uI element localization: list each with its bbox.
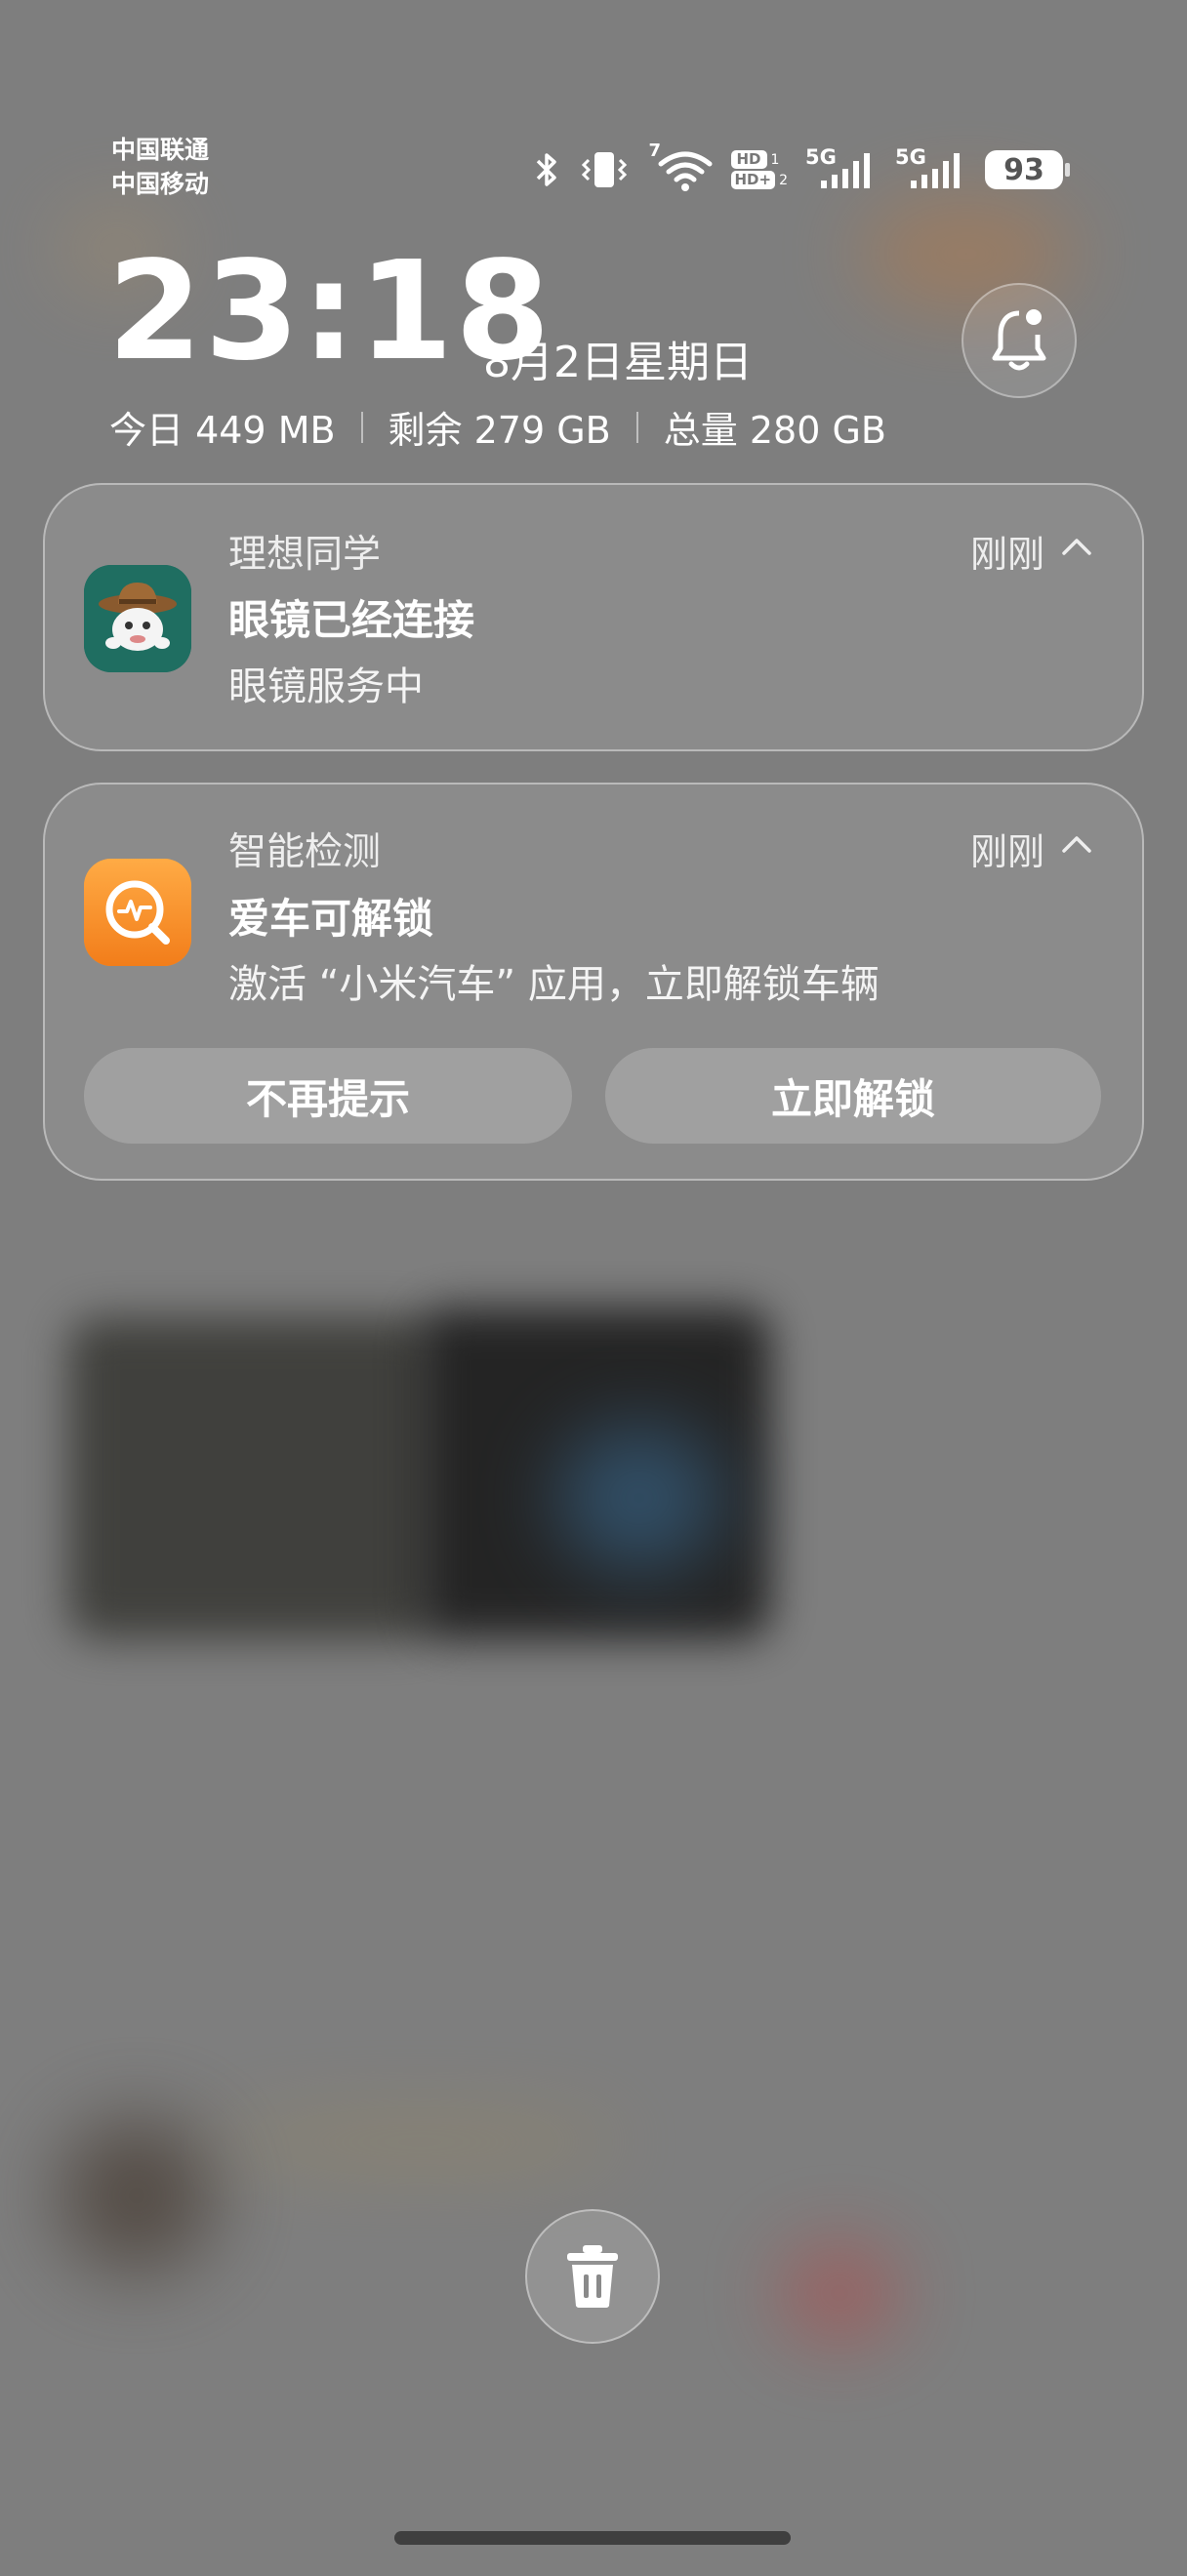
hd-badge-2: HD+ [730, 171, 776, 189]
sim-index-1: 1 [770, 151, 780, 168]
wifi-icon-wrap: 7 [649, 141, 714, 193]
hd-badge-1: HD [730, 150, 767, 169]
unlock-now-button[interactable]: 立即解锁 [605, 1048, 1101, 1144]
notification-time: 刚刚 [969, 533, 1044, 576]
notification-time: 刚刚 [969, 830, 1044, 873]
battery-level: 93 [985, 150, 1063, 189]
notification-settings-button[interactable] [962, 283, 1077, 398]
clock-date: 8月2日星期日 [483, 338, 753, 387]
storage-info: 今日 449 MB 剩余 279 GB 总量 280 GB [109, 400, 886, 454]
carrier-1: 中国联通 [111, 136, 210, 164]
home-indicator[interactable] [394, 2531, 791, 2545]
sim-index-2: 2 [779, 172, 788, 188]
dont-remind-button[interactable]: 不再提示 [84, 1048, 572, 1144]
vibrate-icon [581, 152, 627, 187]
notification-title: 眼镜已经连接 [228, 596, 475, 644]
storage-today: 今日 449 MB [109, 409, 336, 452]
divider [635, 411, 638, 443]
signal-2: 5G [895, 145, 967, 192]
notification-card-lixiang[interactable]: 理想同学 刚刚 眼镜已经连接 眼镜服务中 [43, 483, 1144, 751]
bluetooth-icon [536, 153, 556, 186]
chevron-up-icon[interactable] [1060, 833, 1093, 855]
diagnostics-icon [84, 859, 191, 966]
notification-app-name: 理想同学 [228, 533, 382, 577]
signal-icon [911, 153, 960, 188]
carrier-2: 中国移动 [111, 170, 210, 198]
cowboy-mascot-icon [84, 565, 191, 672]
status-icons: 7 HD 1 HD+ 2 5G 5G 93 [534, 141, 1070, 193]
notification-app-name: 智能检测 [228, 830, 382, 874]
carrier-labels: 中国联通 中国移动 [111, 133, 209, 201]
notification-card-smart-detect[interactable]: 智能检测 刚刚 爱车可解锁 激活 “小米汽车” 应用，立即解锁车辆 不再提示 立… [43, 783, 1144, 1181]
bell-icon [992, 309, 1046, 371]
chevron-up-icon[interactable] [1060, 536, 1093, 557]
hd-indicators: HD 1 HD+ 2 [730, 150, 788, 189]
storage-remaining: 剩余 279 GB [388, 409, 611, 452]
signal-1: 5G [805, 145, 878, 192]
storage-total: 总量 280 GB [663, 409, 886, 452]
notification-title: 爱车可解锁 [228, 895, 434, 943]
signal-icon [821, 153, 870, 188]
clear-notifications-button[interactable] [525, 2209, 660, 2344]
divider [360, 411, 363, 443]
wifi-icon [658, 151, 712, 191]
notification-body: 眼镜服务中 [228, 664, 424, 709]
trash-icon [567, 2245, 618, 2308]
notification-body: 激活 “小米汽车” 应用，立即解锁车辆 [228, 962, 880, 1007]
battery-icon: 93 [985, 150, 1070, 189]
